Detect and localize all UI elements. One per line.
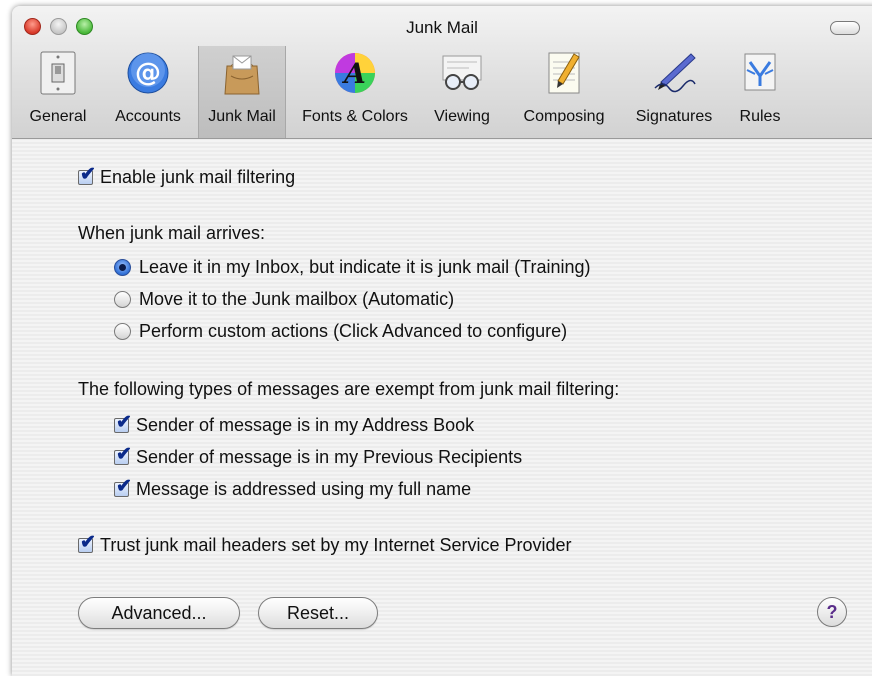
- font-color-wheel-icon: A: [335, 53, 375, 93]
- tab-junk-mail-label: Junk Mail: [208, 108, 276, 125]
- trust-headers-row[interactable]: ✔ Trust junk mail headers set by my Inte…: [78, 533, 572, 556]
- tab-signatures[interactable]: Signatures: [624, 46, 724, 138]
- training-radio[interactable]: [114, 259, 131, 276]
- notepad-pencil-icon: [548, 52, 580, 94]
- training-label: Leave it in my Inbox, but indicate it is…: [139, 257, 591, 277]
- tab-general[interactable]: General: [22, 46, 94, 138]
- custom-actions-label: Perform custom actions (Click Advanced t…: [139, 321, 568, 341]
- tab-fonts-colors-label: Fonts & Colors: [302, 108, 408, 125]
- svg-text:A: A: [341, 57, 366, 90]
- at-sign-icon: @: [127, 52, 169, 94]
- enable-filtering-row[interactable]: ✔ Enable junk mail filtering: [78, 165, 296, 188]
- full-name-label: Message is addressed using my full name: [136, 479, 472, 499]
- glasses-icon: [442, 55, 482, 90]
- address-book-checkbox[interactable]: ✔: [114, 413, 132, 433]
- help-button[interactable]: ?: [817, 597, 847, 627]
- tab-viewing-label: Viewing: [434, 108, 490, 125]
- tab-junk-mail[interactable]: Junk Mail: [198, 46, 286, 138]
- advanced-button[interactable]: Advanced...: [78, 597, 240, 629]
- tab-composing-label: Composing: [523, 108, 605, 125]
- exempt-address-book-row[interactable]: ✔ Sender of message is in my Address Boo…: [114, 413, 475, 436]
- trust-headers-checkbox[interactable]: ✔: [78, 533, 96, 553]
- arrival-heading: When junk mail arrives:: [78, 223, 266, 243]
- tab-signatures-label: Signatures: [635, 108, 713, 125]
- light-switch-icon: [40, 51, 76, 95]
- reset-button[interactable]: Reset...: [258, 597, 378, 629]
- exempt-previous-recipients-row[interactable]: ✔ Sender of message is in my Previous Re…: [114, 445, 523, 468]
- address-book-label: Sender of message is in my Address Book: [136, 415, 475, 435]
- enable-filtering-checkbox[interactable]: ✔: [78, 165, 96, 185]
- rules-funnel-icon: [744, 53, 776, 91]
- exempt-heading: The following types of messages are exem…: [78, 379, 620, 399]
- arrival-option-automatic[interactable]: Move it to the Junk mailbox (Automatic): [114, 289, 454, 310]
- toolbar-toggle-button[interactable]: [830, 21, 860, 35]
- tab-accounts-label: Accounts: [115, 108, 181, 125]
- previous-recipients-label: Sender of message is in my Previous Reci…: [136, 447, 523, 467]
- automatic-radio[interactable]: [114, 291, 131, 308]
- tab-general-label: General: [29, 108, 87, 125]
- automatic-label: Move it to the Junk mailbox (Automatic): [139, 289, 455, 309]
- arrival-option-training[interactable]: Leave it in my Inbox, but indicate it is…: [114, 257, 591, 278]
- junk-mail-settings-pane: ✔ Enable junk mail filtering When junk m…: [12, 139, 872, 676]
- tab-viewing[interactable]: Viewing: [424, 46, 500, 138]
- junk-mail-bag-icon: [224, 55, 260, 95]
- enable-filtering-label: Enable junk mail filtering: [100, 167, 296, 187]
- title-bar: Junk Mail General @ Accounts Junk Mail A…: [12, 6, 872, 139]
- previous-recipients-checkbox[interactable]: ✔: [114, 445, 132, 465]
- tab-rules[interactable]: Rules: [730, 46, 790, 138]
- window-title: Junk Mail: [406, 18, 478, 37]
- tab-composing[interactable]: Composing: [508, 46, 620, 138]
- svg-text:@: @: [135, 58, 161, 88]
- tab-fonts-colors[interactable]: A Fonts & Colors: [292, 46, 418, 138]
- custom-actions-radio[interactable]: [114, 323, 131, 340]
- tab-rules-label: Rules: [739, 108, 781, 125]
- arrival-option-custom[interactable]: Perform custom actions (Click Advanced t…: [114, 321, 567, 342]
- preferences-toolbar: General @ Accounts Junk Mail A Fonts & C…: [12, 46, 872, 138]
- preferences-window: Junk Mail General @ Accounts Junk Mail A…: [12, 6, 872, 676]
- full-name-checkbox[interactable]: ✔: [114, 477, 132, 497]
- exempt-full-name-row[interactable]: ✔ Message is addressed using my full nam…: [114, 477, 472, 500]
- tab-accounts[interactable]: @ Accounts: [104, 46, 192, 138]
- trust-headers-label: Trust junk mail headers set by my Intern…: [100, 535, 572, 555]
- signature-pen-icon: [654, 53, 696, 93]
